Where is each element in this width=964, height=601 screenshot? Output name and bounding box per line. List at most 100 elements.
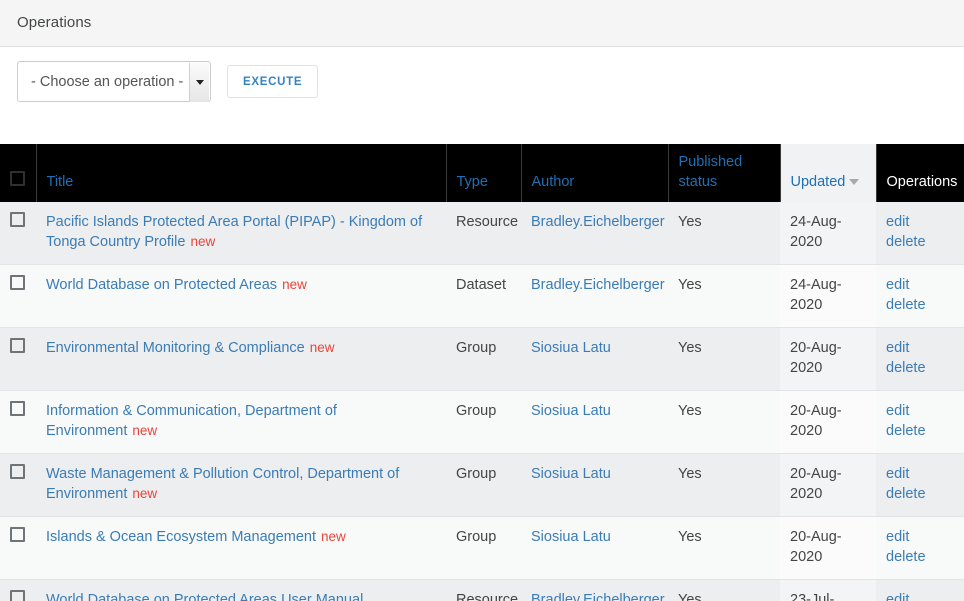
sort-link-updated[interactable]: Updated [791,174,846,190]
cell-updated: 24-Aug-2020 [780,264,876,328]
sort-link-type[interactable]: Type [457,174,488,190]
sort-link-author[interactable]: Author [532,174,575,190]
sort-descending-icon [849,179,860,186]
new-badge: new [132,423,158,438]
chevron-down-icon [195,80,204,85]
cell-published-status: Yes [668,390,780,454]
cell-type: Group [446,390,521,454]
cell-operations: editdelete [876,579,964,601]
new-badge: new [321,529,346,544]
content-title-link[interactable]: Pacific Islands Protected Area Portal (P… [46,214,422,250]
row-checkbox[interactable] [10,275,25,290]
edit-link[interactable]: edit [886,338,954,358]
column-header-author[interactable]: Author [521,144,669,202]
cell-title: Environmental Monitoring & Compliance new [36,327,446,391]
row-checkbox[interactable] [10,590,25,601]
cell-published-status: Yes [668,516,780,580]
content-title-link[interactable]: Waste Management & Pollution Control, De… [46,466,399,502]
table-body: Pacific Islands Protected Area Portal (P… [0,202,964,601]
cell-updated: 20-Aug-2020 [780,516,876,580]
operations-controls: - Choose an operation - EXECUTE [0,47,964,118]
cell-title: Islands & Ocean Ecosystem Management new [36,516,446,580]
column-header-updated[interactable]: Updated [780,144,877,202]
delete-link[interactable]: delete [886,547,954,567]
cell-author: Siosiua Latu [521,327,668,391]
table-row: Environmental Monitoring & Compliance new… [0,327,964,391]
cell-published-status: Yes [668,202,780,265]
row-checkbox[interactable] [10,212,25,227]
edit-link[interactable]: edit [886,464,954,484]
cell-updated: 24-Aug-2020 [780,202,876,265]
row-select-cell[interactable] [0,579,36,601]
row-select-cell[interactable] [0,453,36,517]
cell-published-status: Yes [668,579,780,601]
edit-link[interactable]: edit [886,275,954,295]
row-checkbox[interactable] [10,464,25,479]
cell-title: Information & Communication, Department … [36,390,446,454]
cell-operations: editdelete [876,516,964,580]
row-checkbox[interactable] [10,401,25,416]
cell-published-status: Yes [668,264,780,328]
cell-operations: editdelete [876,453,964,517]
cell-operations: editdelete [876,390,964,454]
content-listing-table: Title Type Author Published status Updat… [0,144,964,601]
row-select-cell[interactable] [0,202,36,265]
delete-link[interactable]: delete [886,358,954,378]
cell-author: Siosiua Latu [521,516,668,580]
cell-title: Waste Management & Pollution Control, De… [36,453,446,517]
content-title-link[interactable]: Islands & Ocean Ecosystem Management [46,529,316,545]
content-title-link[interactable]: Information & Communication, Department … [46,403,337,439]
select-all-checkbox[interactable] [10,171,25,186]
cell-type: Group [446,516,521,580]
edit-link[interactable]: edit [886,527,954,547]
row-select-cell[interactable] [0,327,36,391]
row-checkbox[interactable] [10,527,25,542]
edit-link[interactable]: edit [886,401,954,421]
select-all-header[interactable] [0,144,37,202]
author-link[interactable]: Siosiua Latu [531,529,611,545]
cell-author: Siosiua Latu [521,453,668,517]
author-link[interactable]: Siosiua Latu [531,403,611,419]
cell-published-status: Yes [668,327,780,391]
cell-title: World Database on Protected Areas User M… [36,579,446,601]
column-header-type[interactable]: Type [446,144,522,202]
cell-type: Group [446,453,521,517]
table-row: Islands & Ocean Ecosystem Management new G… [0,516,964,580]
operation-select[interactable]: - Choose an operation - [17,61,211,102]
sort-link-published-status[interactable]: Published status [679,154,743,190]
delete-link[interactable]: delete [886,484,954,504]
table-row: Pacific Islands Protected Area Portal (P… [0,202,964,265]
select-dropdown-button[interactable] [189,63,209,102]
author-link[interactable]: Siosiua Latu [531,466,611,482]
delete-link[interactable]: delete [886,421,954,441]
content-title-link[interactable]: World Database on Protected Areas [46,277,277,293]
delete-link[interactable]: delete [886,295,954,315]
cell-updated: 23-Jul-2020 [780,579,876,601]
content-title-link[interactable]: Environmental Monitoring & Compliance [46,340,305,356]
row-select-cell[interactable] [0,390,36,454]
table-header-row: Title Type Author Published status Updat… [0,144,964,202]
row-select-cell[interactable] [0,516,36,580]
author-link[interactable]: Siosiua Latu [531,340,611,356]
cell-author: Bradley.Eichelberger [521,202,668,265]
table-row: Information & Communication, Department … [0,390,964,454]
cell-type: Resource [446,202,521,265]
panel-spacer [0,118,964,144]
edit-link[interactable]: edit [886,212,954,232]
cell-type: Dataset [446,264,521,328]
sort-link-title[interactable]: Title [47,174,74,190]
column-header-published-status[interactable]: Published status [668,144,781,202]
delete-link[interactable]: delete [886,232,954,252]
cell-updated: 20-Aug-2020 [780,390,876,454]
author-link[interactable]: Bradley.Eichelberger [531,277,665,293]
edit-link[interactable]: edit [886,590,954,601]
cell-operations: editdelete [876,264,964,328]
author-link[interactable]: Bradley.Eichelberger [531,214,665,230]
row-select-cell[interactable] [0,264,36,328]
execute-button[interactable]: EXECUTE [227,65,319,98]
author-link[interactable]: Bradley.Eichelberger [531,592,665,601]
content-title-link[interactable]: World Database on Protected Areas User M… [46,592,363,601]
column-header-title[interactable]: Title [36,144,447,202]
cell-title: Pacific Islands Protected Area Portal (P… [36,202,446,265]
row-checkbox[interactable] [10,338,25,353]
